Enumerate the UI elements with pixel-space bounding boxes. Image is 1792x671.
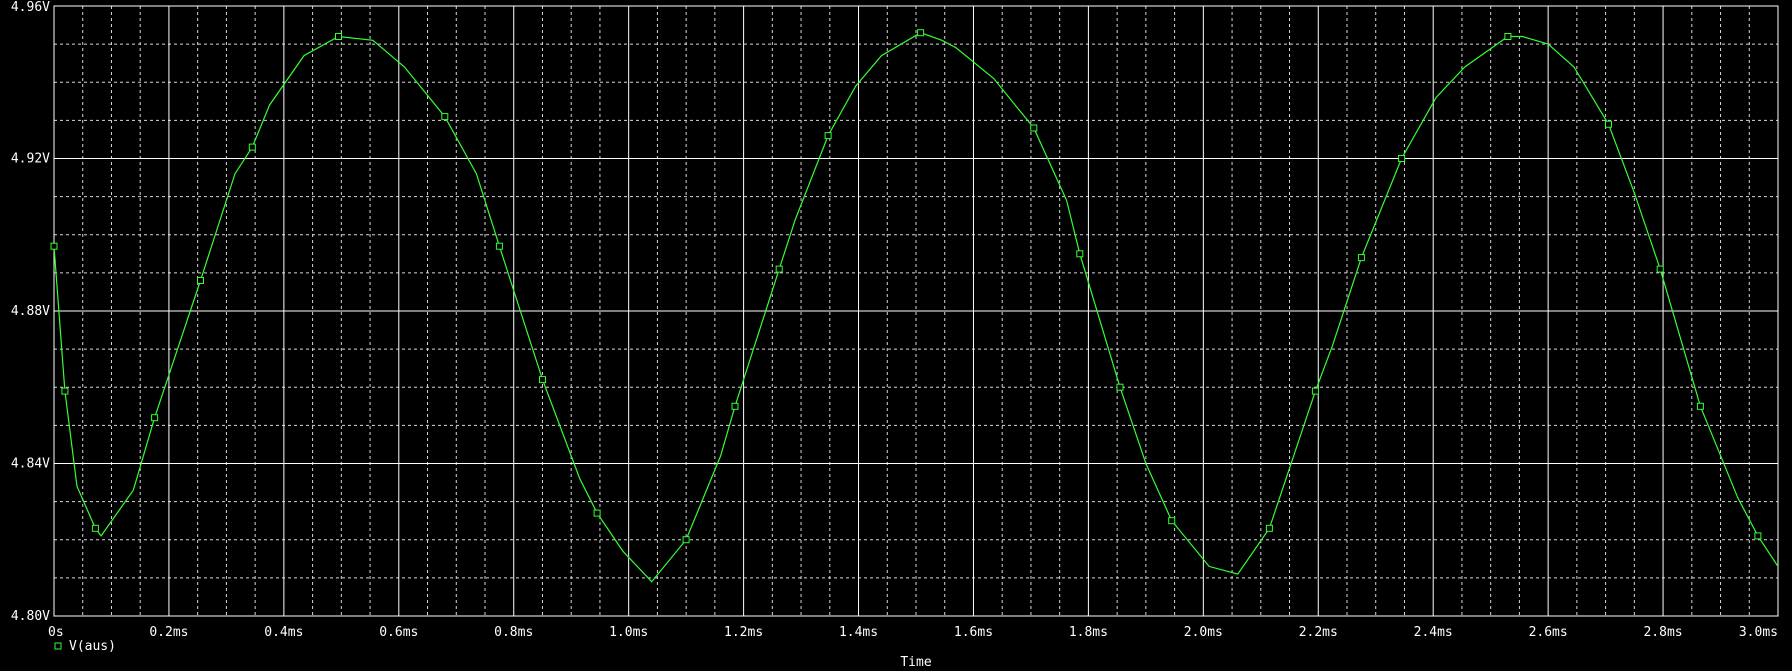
x-tick-label: 1.0ms [609,625,648,640]
data-point-marker [731,402,739,410]
legend-marker-icon [54,642,62,650]
y-tick-label: 4.92V [11,152,50,167]
data-point-marker [1605,120,1612,128]
x-tick-label: 3.0ms [1739,625,1778,640]
data-point-marker [151,414,159,422]
x-tick-label: 2.2ms [1299,625,1338,640]
legend-entry-label: V(aus) [69,639,116,654]
x-tick-label: 0.2ms [149,625,188,640]
data-point-marker [824,132,832,140]
data-point-marker [682,536,690,544]
data-point-marker [775,265,783,273]
data-point-marker [593,509,601,517]
data-point-marker [197,277,204,284]
x-tick-label: 2.4ms [1414,625,1453,640]
x-tick-label: 0.8ms [494,625,533,640]
data-point-marker [495,242,503,250]
y-tick-label: 4.80V [11,609,50,624]
data-point-marker [1076,250,1084,258]
data-point-marker [1696,402,1704,410]
x-tick-label: 0.4ms [264,625,303,640]
legend[interactable]: V(aus) [54,639,116,654]
y-tick-label: 4.96V [11,0,50,15]
data-point-marker [917,29,925,37]
data-point-marker [539,376,546,384]
data-point-marker [1357,254,1365,262]
x-tick-label: 2.6ms [1529,625,1568,640]
data-point-marker [1398,155,1406,162]
x-tick-label: 2.0ms [1184,625,1223,640]
x-axis-label: Time [900,655,931,670]
spice-waveform-plot: 0s 0.2ms 0.4ms 0.6ms 0.8ms 1.0ms 1.2ms 1.4ms 1.6… [11,0,1779,670]
data-point-marker [1504,33,1512,40]
data-point-marker [1265,524,1273,532]
data-point-marker [1116,383,1124,391]
data-point-marker [1311,387,1319,395]
y-tick-label: 4.84V [11,457,50,472]
data-point-marker [441,113,449,121]
y-tick-label: 4.88V [11,304,50,319]
data-point-marker [1168,517,1176,525]
x-tick-labels: 0s 0.2ms 0.4ms 0.6ms 0.8ms 1.0ms 1.2ms 1.4ms 1.6… [48,625,1778,640]
data-point-marker [1030,124,1038,132]
x-tick-label: 1.2ms [724,625,763,640]
data-point-marker [91,524,99,532]
data-point-marker [1656,265,1664,273]
x-tick-label: 0s [48,625,64,640]
y-tick-labels: 4.80V 4.84V 4.88V 4.92V 4.96V [11,0,50,624]
x-tick-label: 1.6ms [954,625,993,640]
data-point-marker [61,387,69,395]
data-point-marker [335,33,342,40]
data-point-marker [248,143,256,151]
x-tick-label: 2.8ms [1643,625,1682,640]
x-tick-label: 1.8ms [1069,625,1108,640]
x-tick-label: 1.4ms [839,625,878,640]
data-point-marker [50,242,58,250]
x-tick-label: 0.6ms [379,625,418,640]
data-point-marker [1754,532,1762,540]
